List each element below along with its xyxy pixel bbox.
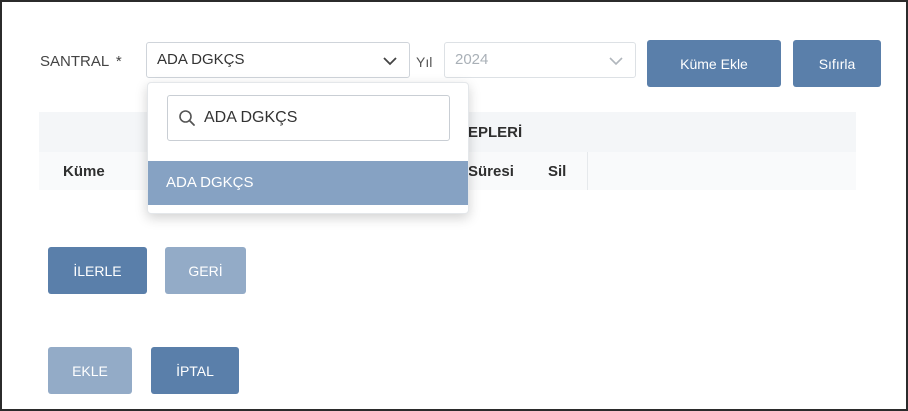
reset-button[interactable]: Sıfırla [793,40,881,87]
required-mark: * [115,53,122,70]
form-panel: SANTRAL * ADA DGKÇS Yıl 2024 Küme Ekle S… [2,2,906,409]
santral-select[interactable]: ADA DGKÇS [146,42,410,78]
yil-select-value: 2024 [455,51,489,68]
add-button[interactable]: EKLE [48,347,132,394]
santral-label: SANTRAL * [40,53,122,70]
santral-label-text: SANTRAL [40,53,109,70]
chevron-down-icon [383,57,397,66]
chevron-down-icon [609,57,623,66]
app-window: SANTRAL * ADA DGKÇS Yıl 2024 Küme Ekle S… [0,0,908,411]
column-suresi: Süresi [468,163,514,180]
dropdown-option[interactable]: ADA DGKÇS [148,161,468,205]
table-title: EPLERİ [468,124,523,141]
column-sil: Sil [548,163,567,180]
cancel-button[interactable]: İPTAL [151,347,239,394]
next-button[interactable]: İLERLE [48,247,147,294]
santral-dropdown: ADA DGKÇS [147,82,469,214]
dropdown-search-input[interactable] [204,107,434,129]
add-cluster-button[interactable]: Küme Ekle [647,40,781,87]
yil-select[interactable]: 2024 [444,42,636,78]
santral-select-value: ADA DGKÇS [157,51,245,68]
dropdown-search[interactable] [167,95,450,141]
column-divider [587,152,588,190]
search-icon [179,110,195,126]
yil-label: Yıl [416,54,433,70]
column-kume: Küme [63,163,105,180]
back-button[interactable]: GERİ [165,247,246,294]
